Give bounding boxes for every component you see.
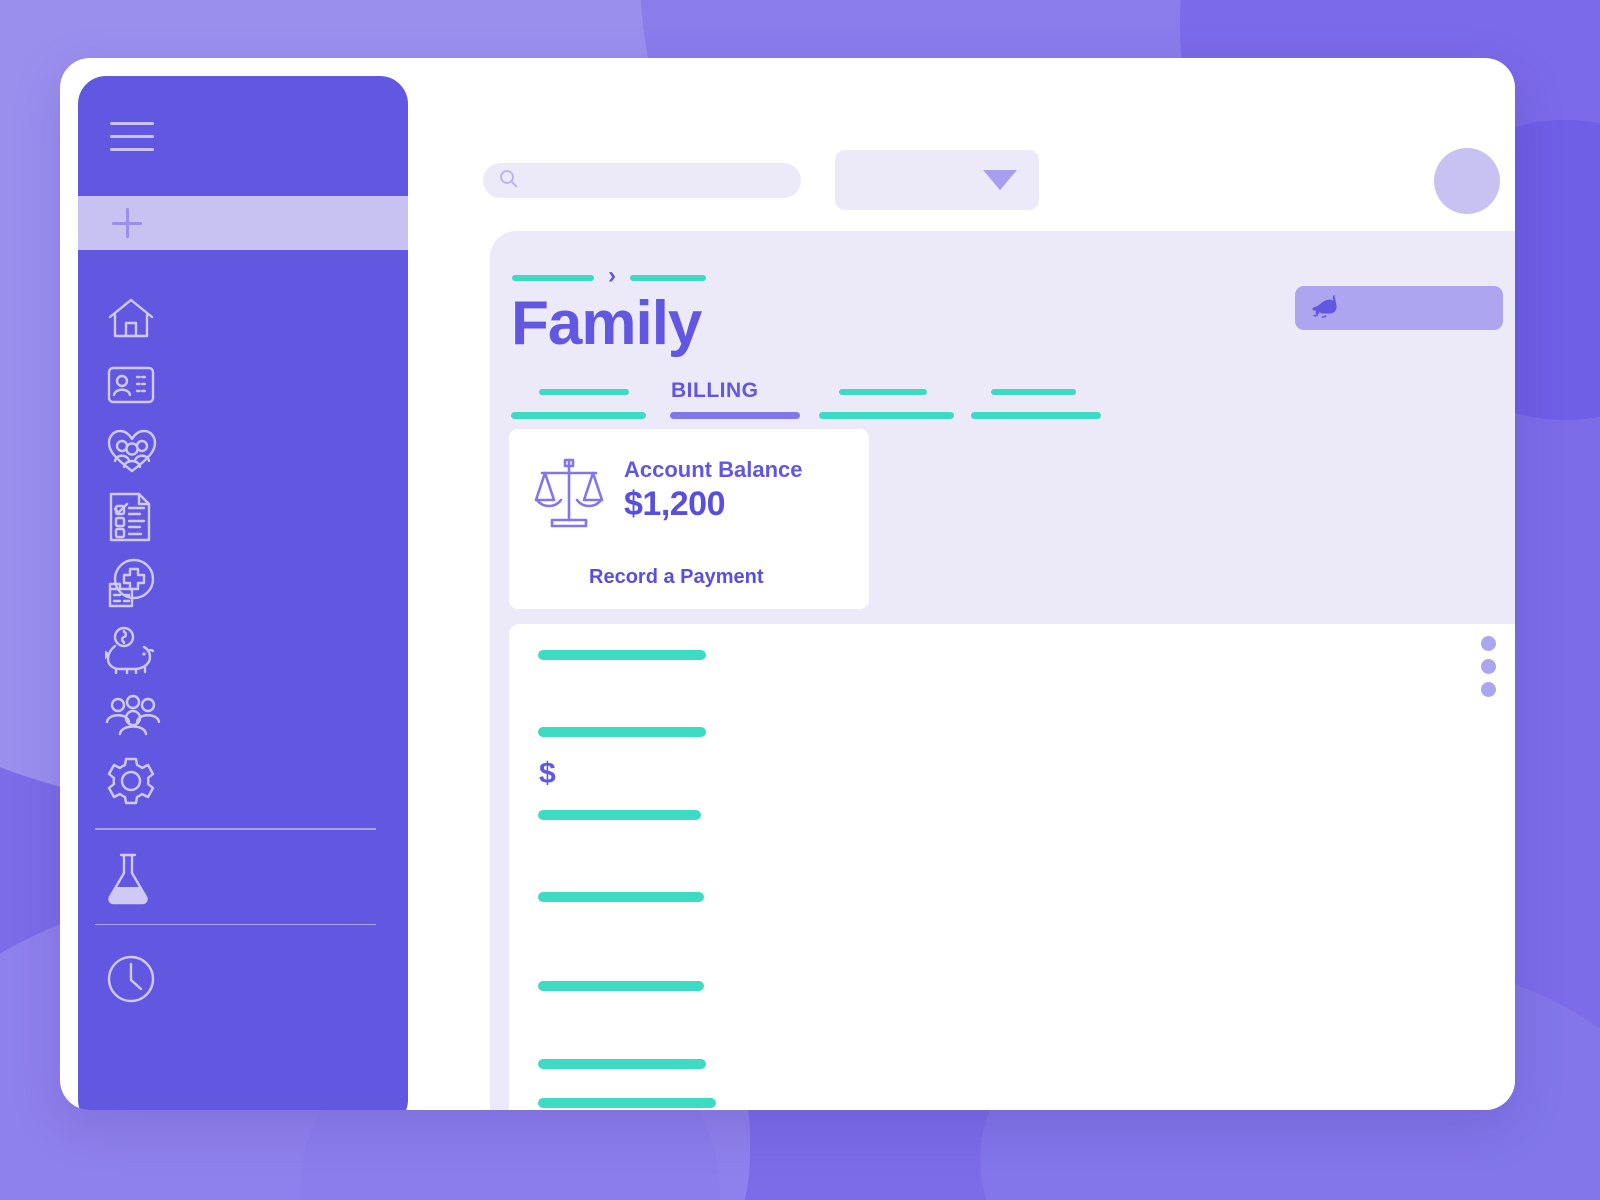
tab-item[interactable] xyxy=(511,371,661,419)
record-payment-button[interactable]: Record a Payment xyxy=(589,566,764,589)
tab-placeholder xyxy=(991,389,1076,395)
list-item xyxy=(538,650,706,660)
sidebar-item-people[interactable] xyxy=(78,682,408,748)
id-card-icon xyxy=(105,362,157,408)
kebab-dot xyxy=(1481,682,1496,697)
tab-item[interactable] xyxy=(809,371,961,419)
clipboard-checklist-icon xyxy=(105,490,155,544)
list-item xyxy=(538,810,701,820)
hamburger-line xyxy=(110,134,154,138)
plus-icon xyxy=(112,208,142,238)
medical-cross-icon xyxy=(105,557,157,609)
sidebar-item-savings[interactable] xyxy=(78,616,408,682)
home-icon xyxy=(105,294,157,344)
balance-amount: $1,200 xyxy=(624,485,726,523)
balance-label: Account Balance xyxy=(624,457,803,482)
sidebar-divider xyxy=(95,923,376,925)
tab-underline-active xyxy=(670,412,800,419)
user-avatar[interactable] xyxy=(1434,148,1500,214)
sidebar xyxy=(78,76,408,1110)
piggy-bank-icon xyxy=(105,624,159,674)
sidebar-nav xyxy=(78,250,408,1005)
content-panel: › Family BILLING Account Balance $1,200 … xyxy=(490,231,1515,1110)
list-item xyxy=(538,727,706,737)
tab-underline xyxy=(971,412,1101,419)
sidebar-add-button[interactable] xyxy=(78,196,408,250)
transactions-card: $ xyxy=(509,624,1515,1110)
breadcrumb-item[interactable] xyxy=(512,274,594,281)
breadcrumb: › xyxy=(512,262,706,289)
rabbit-icon xyxy=(1312,294,1342,323)
tab-underline xyxy=(819,412,954,419)
list-item xyxy=(538,892,704,902)
kebab-dot xyxy=(1481,636,1496,651)
flask-icon xyxy=(105,851,151,907)
balance-scale-icon xyxy=(534,455,604,536)
quick-action-button[interactable] xyxy=(1295,286,1503,330)
hamburger-menu-icon[interactable] xyxy=(110,121,154,151)
group-people-icon xyxy=(105,692,161,738)
sidebar-item-id-card[interactable] xyxy=(78,352,408,418)
tab-placeholder xyxy=(539,389,629,395)
hamburger-line xyxy=(110,147,154,151)
sidebar-item-settings[interactable] xyxy=(78,748,408,814)
currency-mark: $ xyxy=(539,757,556,790)
tab-underline xyxy=(511,412,646,419)
app-window: › Family BILLING Account Balance $1,200 … xyxy=(60,58,1515,1110)
list-item xyxy=(538,981,704,991)
kebab-dot xyxy=(1481,659,1496,674)
page-title: Family xyxy=(511,289,702,358)
list-item xyxy=(538,1098,716,1108)
gear-icon xyxy=(105,755,157,807)
sidebar-item-history[interactable] xyxy=(78,939,408,1005)
tab-placeholder xyxy=(839,389,927,395)
sidebar-item-checklist[interactable] xyxy=(78,484,408,550)
sidebar-item-home[interactable] xyxy=(78,286,408,352)
tab-item[interactable] xyxy=(961,371,1101,419)
tab-label: BILLING xyxy=(671,379,759,402)
sidebar-item-medical[interactable] xyxy=(78,550,408,616)
search-input[interactable] xyxy=(526,172,786,189)
sidebar-item-family[interactable] xyxy=(78,418,408,484)
tab-item-billing[interactable]: BILLING xyxy=(661,371,809,419)
account-balance-card: Account Balance $1,200 Record a Payment xyxy=(509,429,869,609)
topbar xyxy=(450,58,1515,228)
breadcrumb-separator-icon: › xyxy=(608,262,616,289)
sidebar-item-lab[interactable] xyxy=(78,844,408,910)
list-item xyxy=(538,1059,706,1069)
search-box[interactable] xyxy=(483,163,801,198)
kebab-menu-icon[interactable] xyxy=(1481,636,1496,697)
sidebar-header xyxy=(78,76,408,196)
search-icon xyxy=(499,169,518,193)
chevron-down-icon xyxy=(983,170,1017,190)
hamburger-line xyxy=(110,121,154,125)
breadcrumb-item[interactable] xyxy=(630,274,706,281)
tab-bar: BILLING xyxy=(511,371,1101,419)
sidebar-divider xyxy=(95,828,376,830)
filter-dropdown[interactable] xyxy=(835,150,1039,210)
clock-icon xyxy=(105,953,157,1005)
family-heart-icon xyxy=(105,426,159,476)
